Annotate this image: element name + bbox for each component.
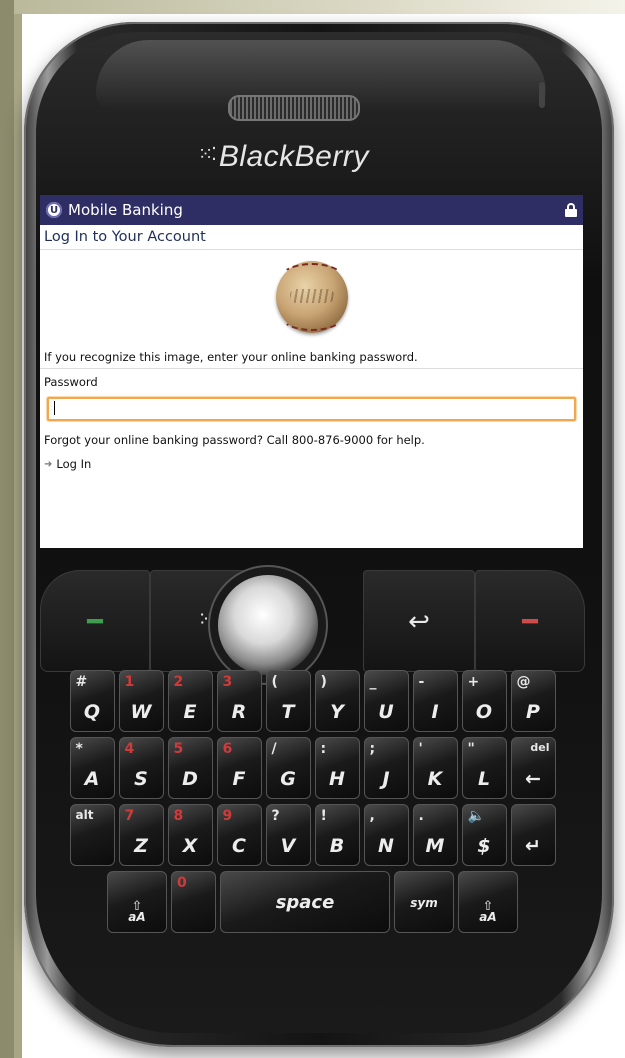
qwerty-keyboard: # Q 1W 2E 3R (T ) Y _ U -I + O @ P * A 4S 5D 6… <box>35 670 590 933</box>
enter-icon: ↵ <box>525 835 541 857</box>
key-shift-left[interactable]: ⇧ aA <box>107 871 167 933</box>
key-dollar[interactable]: 🔈 $ <box>461 804 507 866</box>
page-background-top <box>0 0 625 14</box>
speaker-icon: 🔈 <box>467 808 485 824</box>
key-m[interactable]: .M <box>412 804 458 866</box>
light-sensor <box>539 82 545 108</box>
key-zero[interactable]: 0 <box>171 871 216 933</box>
keyboard-row-3: alt 7Z 8X 9C ? V ! B ,N .M 🔈 $ ↵ <box>35 804 590 866</box>
back-icon: ↩ <box>408 607 430 637</box>
app-titlebar: U Mobile Banking <box>40 195 583 225</box>
key-d[interactable]: 5D <box>167 737 213 799</box>
key-n[interactable]: ,N <box>363 804 409 866</box>
keyboard-row-2: * A 4S 5D 6F / G :H ; J ' K " L del ← <box>35 737 590 799</box>
key-s[interactable]: 4S <box>118 737 164 799</box>
key-a[interactable]: * A <box>69 737 115 799</box>
forgot-password-help: Forgot your online banking password? Cal… <box>44 433 425 447</box>
end-call-key[interactable]: ━ <box>475 570 585 672</box>
key-enter[interactable]: ↵ <box>510 804 556 866</box>
app-title: Mobile Banking <box>68 201 183 219</box>
text-caret <box>54 401 55 415</box>
call-icon: ━ <box>87 607 103 637</box>
key-delete[interactable]: del ← <box>510 737 556 799</box>
brand-name: BlackBerry <box>218 140 369 173</box>
baseball-image <box>275 261 348 333</box>
key-t[interactable]: (T <box>265 670 311 732</box>
key-z[interactable]: 7Z <box>118 804 164 866</box>
lock-icon <box>565 203 577 217</box>
page-background-left <box>0 0 14 1058</box>
back-key[interactable]: ↩ <box>363 570 475 672</box>
key-i[interactable]: -I <box>412 670 458 732</box>
key-y[interactable]: ) Y <box>314 670 360 732</box>
key-alt[interactable]: alt <box>69 804 115 866</box>
login-link-label: Log In <box>56 457 92 471</box>
call-key[interactable]: ━ <box>40 570 150 672</box>
key-h[interactable]: :H <box>314 737 360 799</box>
page-title: Log In to Your Account <box>40 225 583 250</box>
password-label: Password <box>44 375 98 389</box>
key-e[interactable]: 2E <box>167 670 213 732</box>
device-screen: U Mobile Banking Log In to Your Account … <box>40 195 583 548</box>
page-background-left-strip <box>14 14 22 1058</box>
key-space[interactable]: space <box>220 871 390 933</box>
key-g[interactable]: / G <box>265 737 311 799</box>
key-u[interactable]: _ U <box>363 670 409 732</box>
key-f[interactable]: 6F <box>216 737 262 799</box>
key-shift-right[interactable]: ⇧ aA <box>458 871 518 933</box>
key-w[interactable]: 1W <box>118 670 164 732</box>
password-input[interactable] <box>49 400 574 420</box>
key-r[interactable]: 3R <box>216 670 262 732</box>
keyboard-row-1: # Q 1W 2E 3R (T ) Y _ U -I + O @ P <box>35 670 590 732</box>
end-call-icon: ━ <box>522 607 538 637</box>
speaker-grille <box>228 95 360 121</box>
arrow-right-icon: ➜ <box>44 458 53 470</box>
password-field-wrapper <box>47 397 576 421</box>
backspace-icon: ← <box>525 768 541 790</box>
key-q[interactable]: # Q <box>69 670 115 732</box>
keyboard-row-4: ⇧ aA 0 space sym ⇧ aA <box>35 871 590 933</box>
bank-logo-icon: U <box>46 202 62 218</box>
key-k[interactable]: ' K <box>412 737 458 799</box>
key-c[interactable]: 9C <box>216 804 262 866</box>
security-image-instruction: If you recognize this image, enter your … <box>40 344 583 369</box>
key-sym[interactable]: sym <box>394 871 454 933</box>
login-link[interactable]: ➜ Log In <box>40 451 583 477</box>
key-p[interactable]: @ P <box>510 670 556 732</box>
security-image-container <box>40 250 583 344</box>
key-o[interactable]: + O <box>461 670 507 732</box>
key-x[interactable]: 8X <box>167 804 213 866</box>
key-l[interactable]: " L <box>461 737 507 799</box>
key-j[interactable]: ; J <box>363 737 409 799</box>
key-v[interactable]: ? V <box>265 804 311 866</box>
brand-logo: ⁙⁚ BlackBerry <box>198 140 438 180</box>
trackball[interactable] <box>218 575 318 675</box>
key-b[interactable]: ! B <box>314 804 360 866</box>
brand-dots-icon: ⁙⁚ <box>198 144 217 164</box>
